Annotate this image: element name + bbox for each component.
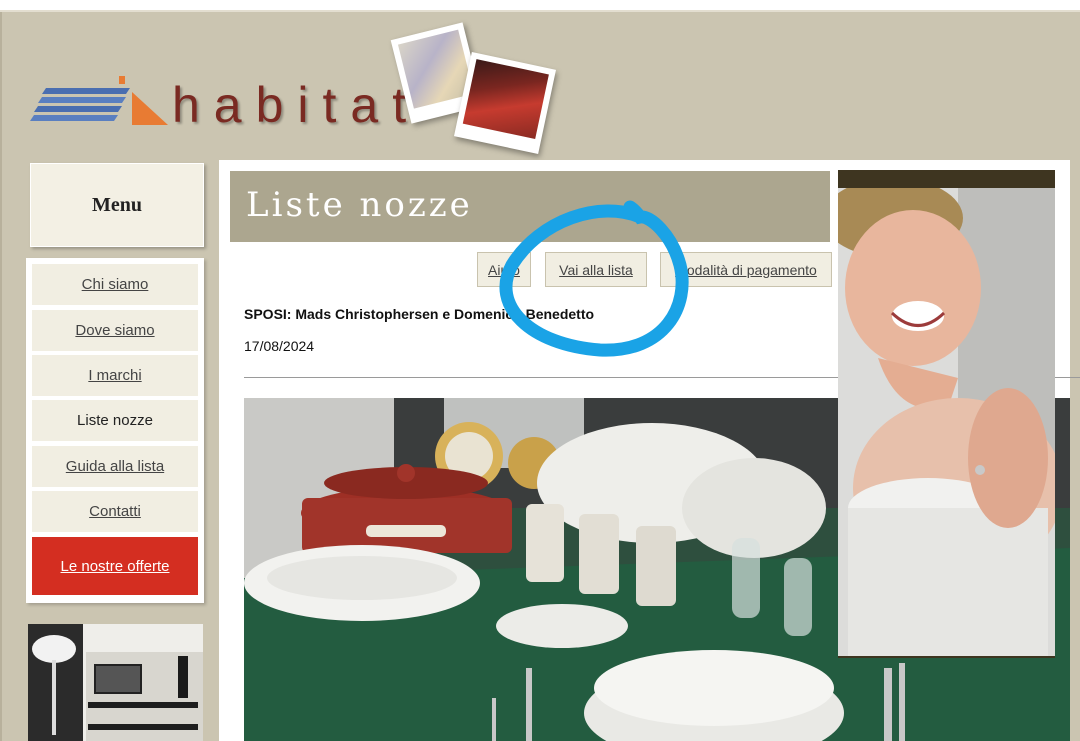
menu-item-chi-siamo[interactable]: Chi siamo bbox=[32, 264, 198, 305]
offers-button[interactable]: Le nostre offerte bbox=[32, 537, 198, 595]
page-title: Liste nozze bbox=[246, 185, 473, 225]
bride-image bbox=[838, 188, 1055, 656]
bride-photo bbox=[838, 188, 1055, 656]
left-border bbox=[0, 12, 2, 741]
menu-item-i-marchi[interactable]: I marchi bbox=[32, 355, 198, 396]
menu-item-contatti[interactable]: Contatti bbox=[32, 491, 198, 532]
wedding-date: 17/08/2024 bbox=[244, 338, 315, 354]
side-menu: Chi siamo Dove siamo I marchi Liste nozz… bbox=[26, 258, 204, 603]
menu-heading: Menu bbox=[30, 163, 204, 247]
furniture-photo bbox=[28, 624, 203, 741]
furniture-image bbox=[28, 624, 203, 741]
menu-item-guida-alla-lista[interactable]: Guida alla lista bbox=[32, 446, 198, 487]
annotation-circle-icon bbox=[499, 200, 689, 357]
top-bar bbox=[0, 0, 1080, 12]
menu-item-liste-nozze[interactable]: Liste nozze bbox=[32, 400, 198, 441]
menu-item-dove-siamo[interactable]: Dove siamo bbox=[32, 310, 198, 351]
logo-polaroid-photo bbox=[453, 51, 557, 155]
logo-mark-icon bbox=[30, 76, 168, 125]
logo-text: habitat bbox=[172, 77, 421, 133]
